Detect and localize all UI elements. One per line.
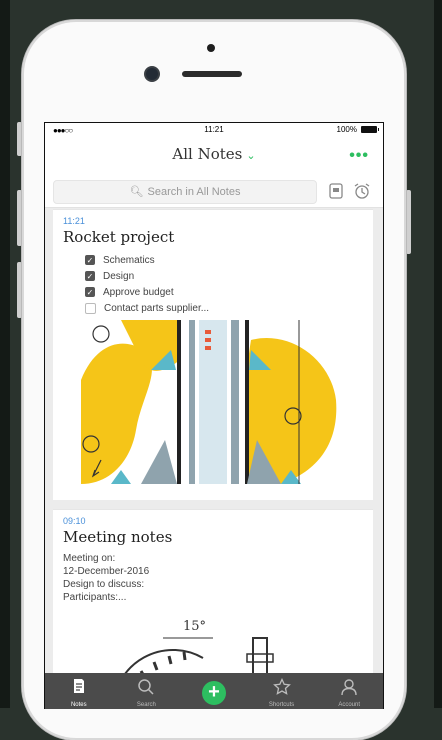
battery-percent: 100% [336,125,357,134]
search-input[interactable]: 🔍︎ Search in All Notes [53,180,317,204]
tab-label: Shortcuts [268,702,295,708]
note-title: Rocket project [63,228,175,246]
snippet-line: Participants:... [63,592,127,603]
checkbox-checked[interactable]: ✓ [85,271,95,281]
background-right [434,0,442,708]
tab-notes[interactable]: Notes [49,673,109,709]
tab-new-note[interactable]: + [184,673,244,709]
snippet-line: Meeting on: [63,553,116,564]
note-snippet: Meeting on: 12-December-2016 Design to d… [63,552,149,604]
search-row: 🔍︎ Search in All Notes [45,177,383,208]
tab-label: Account [338,702,361,708]
checkbox-checked[interactable]: ✓ [85,287,95,297]
app-screen: ●●●○○ 11:21 100% All Notes ⌄ ••• 🔍︎ Search… [44,122,384,709]
search-icon [138,679,154,695]
checkbox-checked[interactable]: ✓ [85,255,95,265]
notebook-icon[interactable] [327,182,345,200]
person-icon [341,679,357,696]
tab-search[interactable]: Search [116,673,176,709]
status-bar: ●●●○○ 11:21 100% [45,123,383,137]
battery-icon [361,126,379,133]
checklist-item[interactable]: ✓ Approve budget [85,284,209,300]
chevron-down-icon: ⌄ [246,149,256,162]
checklist-item[interactable]: Contact parts supplier... [85,300,209,316]
tab-label: Search [136,702,156,708]
tab-bar: Notes Search + Shortcuts Account [45,673,383,709]
plus-icon[interactable]: + [201,681,226,705]
checklist-label: Schematics [103,254,155,266]
proximity-sensor [207,44,215,52]
checklist-label: Approve budget [103,286,174,298]
tab-label: Notes [70,702,87,708]
background-left [0,0,10,708]
note-time: 11:21 [63,216,85,226]
tab-account[interactable]: Account [319,673,379,709]
note-card-rocket[interactable]: 11:21 Rocket project ✓ Schematics ✓ Desi… [53,209,373,500]
note-time: 09:10 [63,516,86,526]
snippet-line: 12-December-2016 [63,566,150,577]
rocket-sketch-image [81,320,337,484]
power-button [406,190,411,254]
notes-icon [73,679,84,693]
note-title: Meeting notes [63,528,173,546]
checklist: ✓ Schematics ✓ Design ✓ Approve budget C… [85,252,209,316]
page-title: All Notes [172,145,243,163]
more-options-button[interactable]: ••• [349,147,369,165]
checklist-label: Contact parts supplier... [104,302,210,314]
sketch-angle-label: 15° [183,619,206,634]
star-icon [272,677,291,695]
checkbox-unchecked[interactable] [85,302,96,314]
earpiece-speaker [182,71,242,77]
reminder-icon[interactable] [353,182,371,200]
notebook-selector[interactable]: All Notes ⌄ [45,145,383,163]
search-icon: 🔍︎ [129,186,144,198]
tab-shortcuts[interactable]: Shortcuts [252,673,312,709]
checklist-item[interactable]: ✓ Schematics [85,252,209,268]
front-camera [146,68,158,80]
checklist-item[interactable]: ✓ Design [85,268,209,284]
status-time: 11:21 [204,125,224,134]
nav-bar: All Notes ⌄ ••• [45,137,383,177]
checklist-label: Design [103,270,135,282]
snippet-line: Design to discuss: [63,579,145,590]
search-placeholder: Search in All Notes [147,186,241,198]
